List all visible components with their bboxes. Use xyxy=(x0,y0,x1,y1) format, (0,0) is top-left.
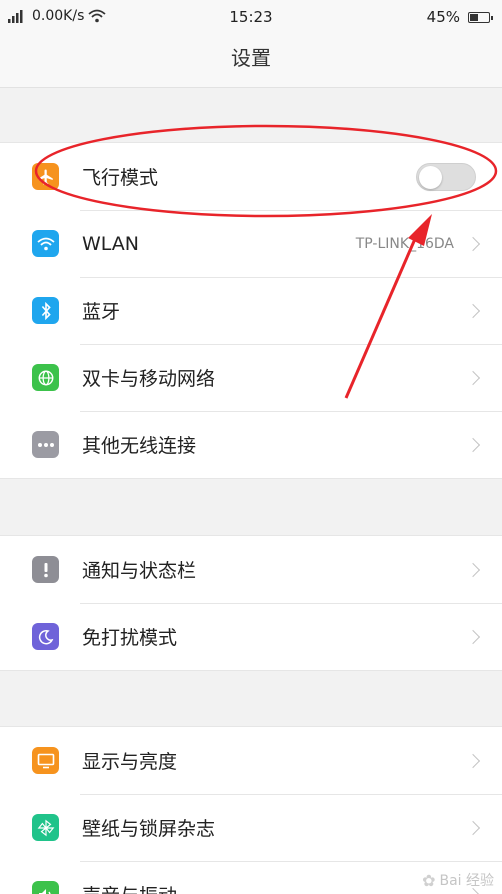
watermark-text: Bai 经验 xyxy=(439,873,494,889)
wallpaper-label: 壁纸与锁屏杂志 xyxy=(82,818,216,840)
settings-row-dual-sim[interactable]: 双卡与移动网络 xyxy=(0,344,502,411)
settings-row-wlan[interactable]: WLAN TP-LINK_16DA xyxy=(0,210,502,277)
wifi-icon xyxy=(32,230,59,257)
status-bar: 0.00K/s 15:23 45% xyxy=(0,0,502,32)
chevron-right-icon xyxy=(465,562,481,577)
settings-row-display[interactable]: 显示与亮度 xyxy=(0,727,502,794)
airplane-icon xyxy=(32,163,59,190)
airplane-mode-label: 飞行模式 xyxy=(82,167,159,189)
airplane-mode-toggle[interactable] xyxy=(416,162,476,191)
chevron-right-icon xyxy=(465,753,481,768)
dual-sim-label: 双卡与移动网络 xyxy=(82,368,216,390)
settings-group-connectivity: 飞行模式 WLAN TP-LINK_16DA 蓝牙 双卡与移动网络 其他无线连接 xyxy=(0,142,502,479)
settings-row-airplane-mode[interactable]: 飞行模式 xyxy=(0,143,502,210)
bluetooth-icon xyxy=(32,297,59,324)
other-wireless-label: 其他无线连接 xyxy=(82,435,197,457)
display-icon xyxy=(32,747,59,774)
more-icon xyxy=(32,431,59,458)
settings-row-bluetooth[interactable]: 蓝牙 xyxy=(0,277,502,344)
wlan-label: WLAN xyxy=(82,232,140,255)
battery-fill xyxy=(470,13,478,21)
settings-group-display: 显示与亮度 壁纸与锁屏杂志 声音与振动 xyxy=(0,726,502,894)
settings-row-wallpaper[interactable]: 壁纸与锁屏杂志 xyxy=(0,794,502,861)
exclamation-icon xyxy=(32,556,59,583)
do-not-disturb-label: 免打扰模式 xyxy=(82,627,178,649)
paw-icon: ✿ xyxy=(422,870,436,890)
settings-row-other-wireless[interactable]: 其他无线连接 xyxy=(0,411,502,478)
chevron-right-icon xyxy=(465,303,481,318)
settings-row-notifications[interactable]: 通知与状态栏 xyxy=(0,536,502,603)
speaker-icon xyxy=(32,881,59,894)
battery-icon xyxy=(468,11,493,23)
chevron-right-icon xyxy=(465,370,481,385)
watermark: ✿ Bai 经验 xyxy=(422,870,494,890)
status-right: 45% xyxy=(426,8,493,26)
chevron-right-icon xyxy=(465,629,481,644)
bluetooth-label: 蓝牙 xyxy=(82,301,121,323)
sound-label: 声音与振动 xyxy=(82,881,177,894)
wlan-network-name: TP-LINK_16DA xyxy=(355,235,454,252)
toggle-knob xyxy=(419,165,442,189)
settings-group-notifications: 通知与状态栏 免打扰模式 xyxy=(0,535,502,671)
pinwheel-icon xyxy=(32,814,59,841)
notifications-label: 通知与状态栏 xyxy=(82,560,197,582)
battery-percent: 45% xyxy=(426,8,460,26)
globe-icon xyxy=(32,364,59,391)
moon-icon xyxy=(32,623,59,650)
chevron-right-icon xyxy=(465,437,481,452)
chevron-right-icon xyxy=(465,236,481,251)
chevron-right-icon xyxy=(465,820,481,835)
page-title: 设置 xyxy=(0,32,502,88)
display-label: 显示与亮度 xyxy=(82,751,178,773)
settings-row-do-not-disturb[interactable]: 免打扰模式 xyxy=(0,603,502,670)
